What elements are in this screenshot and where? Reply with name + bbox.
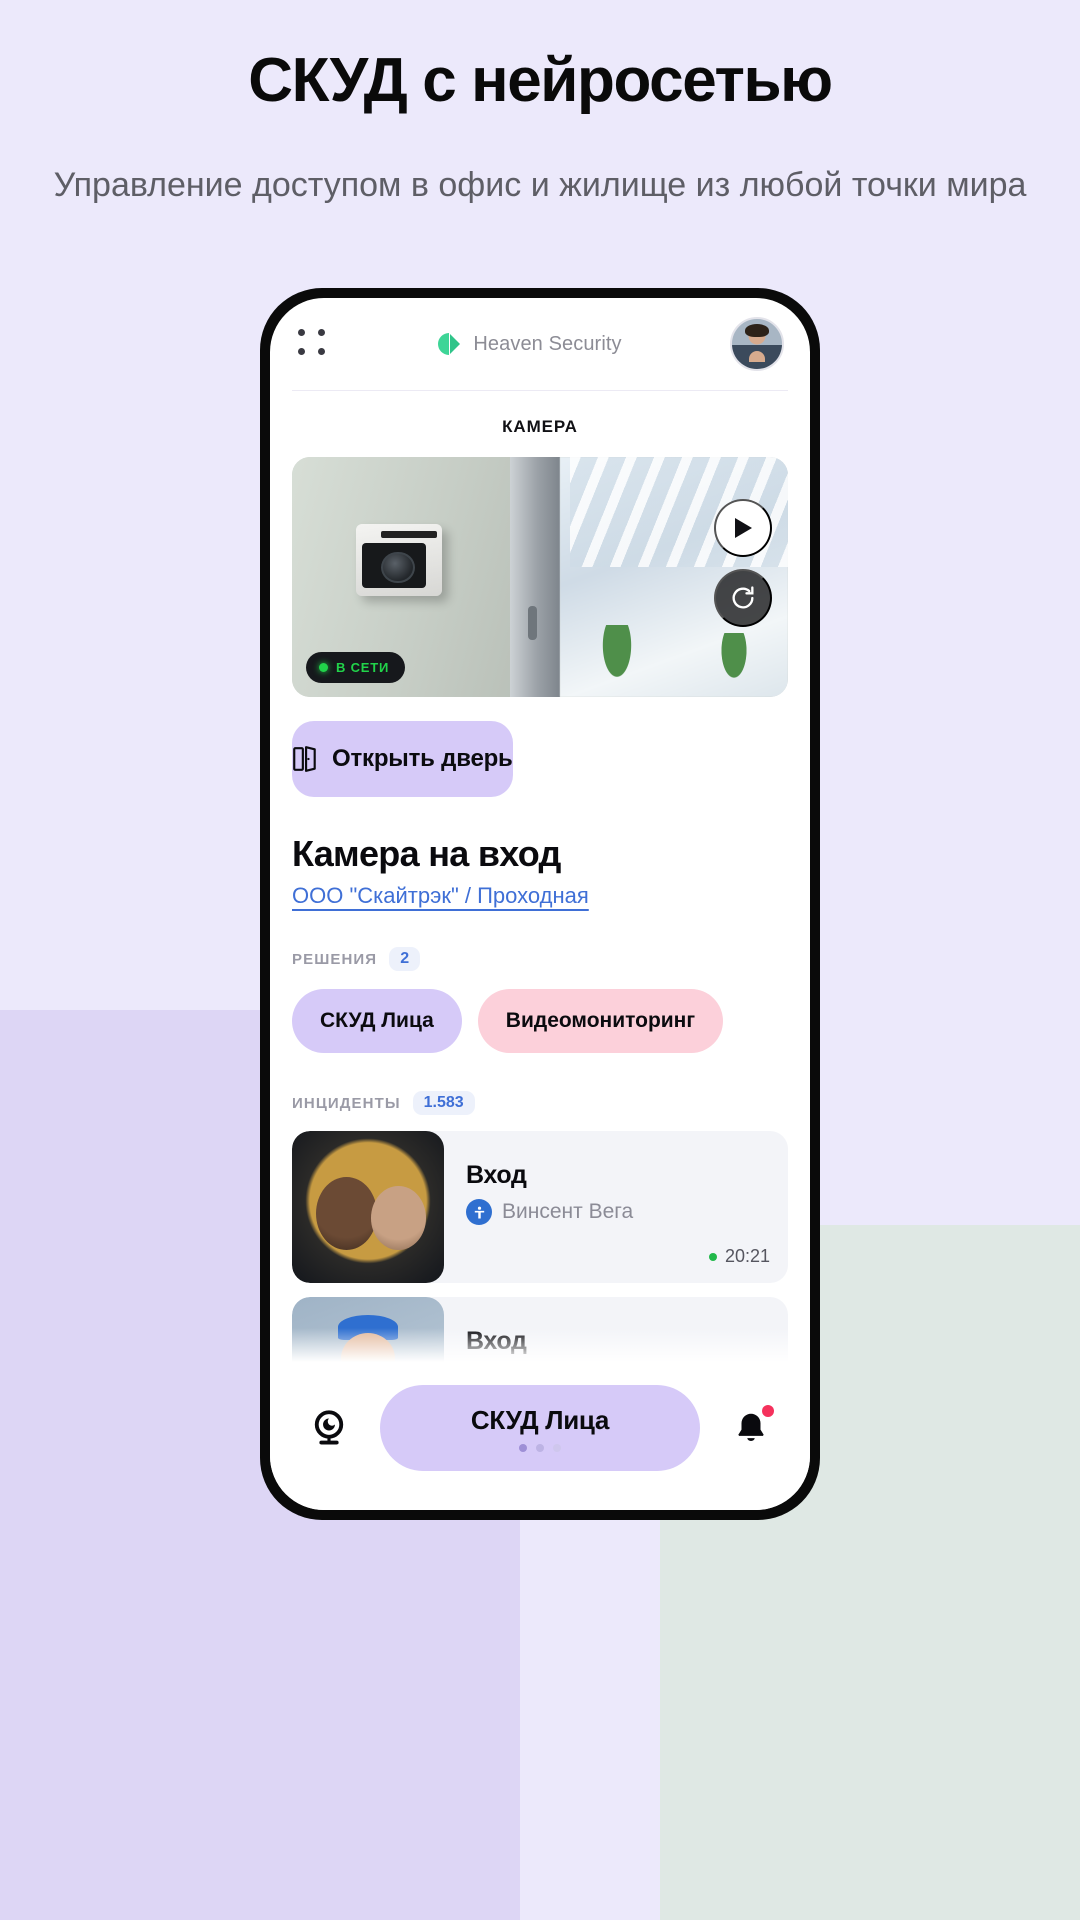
avatar[interactable] [730, 317, 784, 371]
play-icon [735, 518, 752, 538]
refresh-button[interactable] [714, 569, 772, 627]
incident-title: Вход [466, 1327, 527, 1355]
play-button[interactable] [714, 499, 772, 557]
open-door-label: Открыть дверь [332, 745, 513, 772]
video-door-handle [527, 605, 537, 640]
incident-time: 20:21 [708, 1246, 770, 1267]
incidents-header: ИНЦИДЕНТЫ 1.583 [292, 1091, 788, 1115]
solutions-count: 2 [389, 947, 421, 971]
chip-video-monitoring[interactable]: Видеомониторинг [477, 989, 724, 1053]
camera-path-link[interactable]: ООО "Скайтрэк" / Проходная [292, 883, 589, 909]
video-controls [714, 499, 772, 627]
incidents-count: 1.583 [412, 1091, 475, 1115]
solutions-label: РЕШЕНИЯ [292, 950, 378, 968]
brand-name: Heaven Security [473, 332, 622, 355]
page-title: СКУД с нейросетью [248, 46, 833, 115]
accessibility-icon [466, 1199, 492, 1225]
status-badge-label: В СЕТИ [336, 660, 390, 675]
video-plant [718, 632, 749, 683]
incident-thumbnail [292, 1131, 444, 1283]
center-mode-button[interactable]: СКУД Лица [380, 1385, 700, 1471]
door-open-icon [293, 746, 316, 772]
video-camera-slot [381, 531, 438, 539]
solutions-header: РЕШЕНИЯ 2 [292, 947, 788, 971]
page-dots [519, 1443, 561, 1452]
webcam-icon [314, 1410, 344, 1445]
phone-frame: Heaven Security КАМЕРА В СЕТИ Открыть дв… [260, 288, 820, 1520]
accessibility-glyph [474, 1206, 484, 1218]
phone-mockup: Heaven Security КАМЕРА В СЕТИ Открыть дв… [260, 288, 820, 1520]
incident-title: Вход [466, 1161, 527, 1189]
webcam-button[interactable] [300, 1399, 358, 1457]
incident-time-label: 20:21 [724, 1246, 770, 1266]
drag-handle-icon[interactable] [298, 329, 328, 359]
center-mode-label: СКУД Лица [470, 1404, 610, 1435]
incident-status-dot [708, 1252, 717, 1261]
app-content: КАМЕРА В СЕТИ Открыть дверь Камера на вх… [270, 391, 810, 1510]
camera-title: Камера на вход [292, 833, 561, 874]
solutions-chips: СКУД Лица Видеомониторинг [292, 989, 788, 1053]
video-plant [599, 624, 634, 683]
notification-badge-dot [762, 1405, 774, 1417]
hero-section: СКУД с нейросетью Управление доступом в … [0, 0, 1080, 210]
section-caption: КАМЕРА [502, 417, 578, 436]
page-subtitle: Управление доступом в офис и жилище из л… [53, 166, 1027, 205]
chip-skud-faces[interactable]: СКУД Лица [292, 989, 462, 1053]
status-dot [319, 663, 328, 672]
open-door-button[interactable]: Открыть дверь [292, 721, 513, 797]
video-door-frame [510, 457, 560, 697]
brand: Heaven Security [436, 331, 622, 357]
incident-person-name: Винсент Вега [502, 1200, 634, 1223]
camera-video-player[interactable]: В СЕТИ [292, 457, 788, 697]
incident-row[interactable]: Вход Винсент Вега 20:21 [292, 1131, 788, 1283]
status-badge: В СЕТИ [306, 652, 406, 683]
incident-person: Винсент Вега [466, 1199, 770, 1225]
phone-screen: Heaven Security КАМЕРА В СЕТИ Открыть дв… [270, 298, 810, 1510]
bottom-navigation: СКУД Лица [270, 1362, 810, 1510]
app-header: Heaven Security [270, 298, 810, 390]
incidents-label: ИНЦИДЕНТЫ [292, 1094, 401, 1112]
refresh-icon [732, 586, 754, 609]
incident-body: Вход Винсент Вега 20:21 [444, 1131, 788, 1283]
brand-logo-icon [438, 333, 461, 355]
notifications-button[interactable] [722, 1399, 780, 1457]
